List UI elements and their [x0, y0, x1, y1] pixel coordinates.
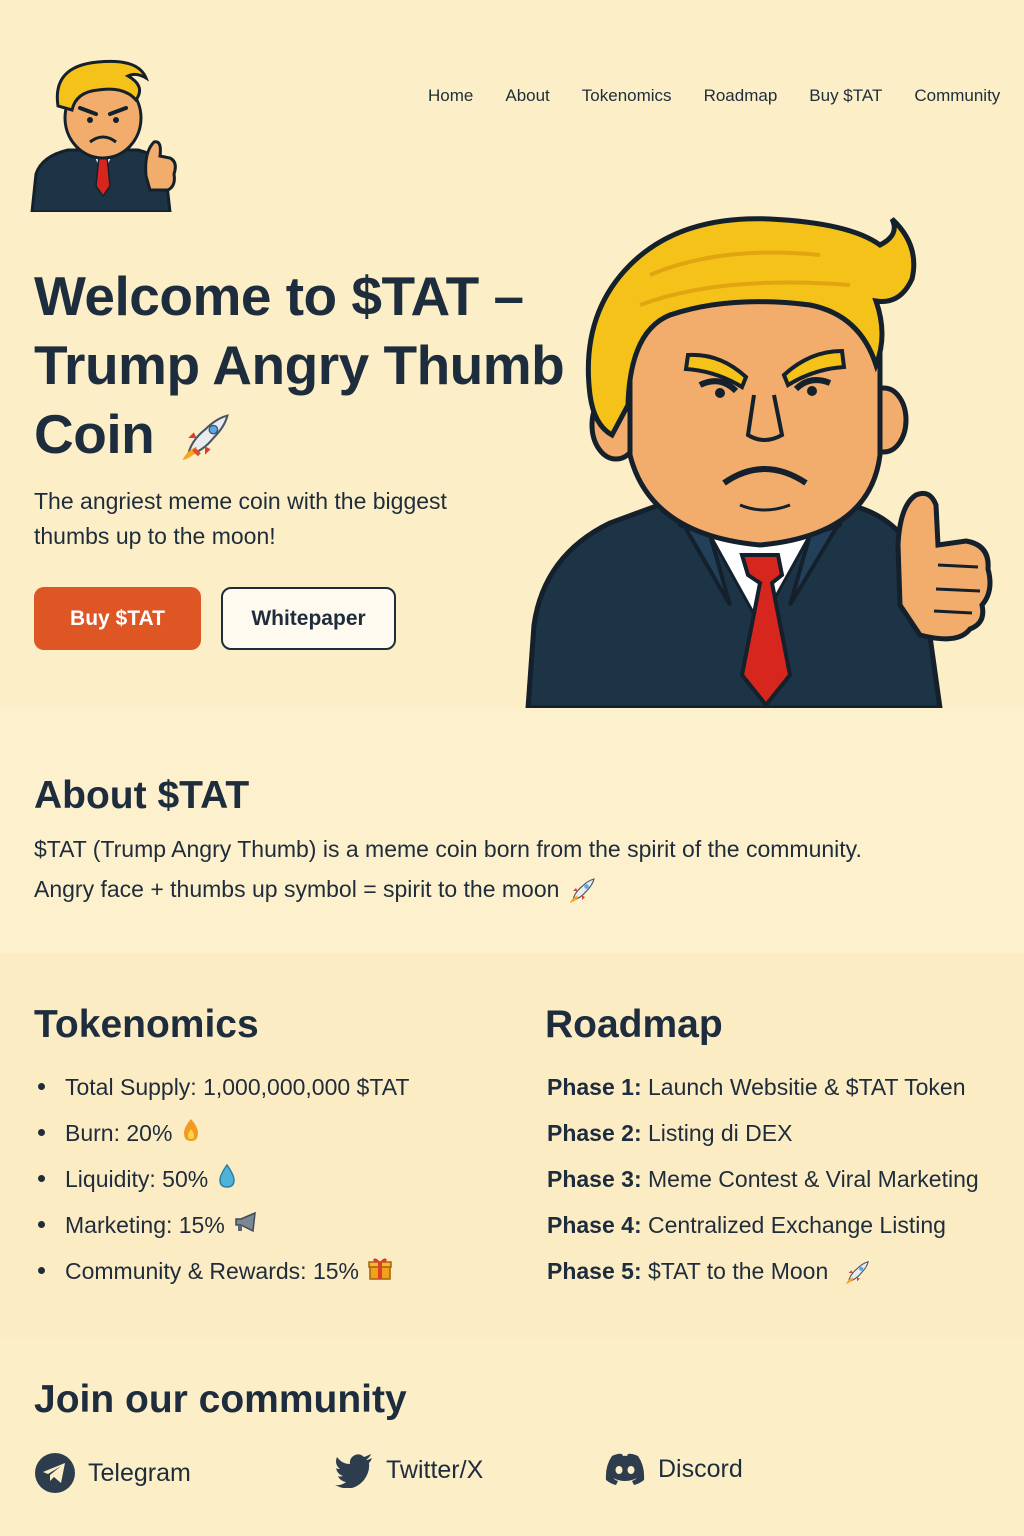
nav-roadmap[interactable]: Roadmap	[704, 86, 778, 106]
phase-text: Listing di DEX	[648, 1120, 793, 1146]
phase-text: Meme Contest & Viral Marketing	[648, 1166, 979, 1192]
list-item: Total Supply: 1,000,000,000 $TAT	[34, 1071, 409, 1117]
list-item: Phase 2: Listing di DEX	[547, 1117, 979, 1163]
tokenomics-item-text: Liquidity: 50%	[65, 1166, 209, 1192]
twitter-link[interactable]: Twitter/X	[334, 1452, 483, 1488]
fire-icon	[184, 1119, 199, 1141]
list-item: Liquidity: 50%	[34, 1163, 409, 1209]
twitter-label: Twitter/X	[386, 1455, 484, 1484]
tokenomics-list: Total Supply: 1,000,000,000 $TAT Burn: 2…	[34, 1071, 409, 1301]
telegram-link[interactable]: Telegram	[34, 1452, 191, 1494]
whitepaper-button[interactable]: Whitepaper	[221, 587, 396, 650]
rocket-icon	[845, 1260, 869, 1285]
rocket-icon	[182, 414, 229, 461]
droplet-icon	[219, 1163, 235, 1188]
twitter-bird-icon	[335, 1454, 372, 1488]
rocket-icon	[570, 878, 596, 903]
nav-home[interactable]: Home	[428, 86, 473, 106]
discord-link[interactable]: Discord	[604, 1452, 743, 1486]
community-heading: Join our community	[34, 1378, 407, 1421]
list-item: Phase 3: Meme Contest & Viral Marketing	[547, 1163, 979, 1209]
discord-icon	[605, 1453, 645, 1485]
tokenomics-heading: Tokenomics	[34, 1003, 259, 1046]
list-item: Phase 4: Centralized Exchange Listing	[547, 1209, 979, 1255]
hero-title: Welcome to $TAT – Trump Angry Thumb Coin	[34, 262, 594, 469]
about-line-1: $TAT (Trump Angry Thumb) is a meme coin …	[34, 836, 862, 862]
logo-mascot-icon[interactable]	[28, 56, 178, 212]
nav-about[interactable]: About	[505, 86, 549, 106]
about-line-2: Angry face + thumbs up symbol = spirit t…	[34, 876, 597, 906]
top-nav: Home About Tokenomics Roadmap Buy $TAT C…	[428, 86, 1024, 106]
list-item: Burn: 20%	[34, 1117, 409, 1163]
megaphone-icon	[235, 1211, 256, 1233]
roadmap-heading: Roadmap	[545, 1003, 723, 1046]
nav-tokenomics[interactable]: Tokenomics	[582, 86, 672, 106]
roadmap-list: Phase 1: Launch Websitie & $TAT Token Ph…	[547, 1071, 979, 1301]
tokenomics-item-text: Marketing: 15%	[65, 1212, 225, 1238]
buy-button[interactable]: Buy $TAT	[34, 587, 201, 650]
nav-community[interactable]: Community	[914, 86, 1000, 106]
phase-label: Phase 2:	[547, 1120, 642, 1146]
list-item: Phase 1: Launch Websitie & $TAT Token	[547, 1071, 979, 1117]
about-heading: About $TAT	[34, 774, 250, 817]
phase-label: Phase 1:	[547, 1074, 642, 1100]
bullet-icon	[38, 1129, 45, 1136]
hero-section: Home About Tokenomics Roadmap Buy $TAT C…	[0, 0, 1024, 708]
phase-text: Centralized Exchange Listing	[648, 1212, 946, 1238]
about-line-2-text: Angry face + thumbs up symbol = spirit t…	[34, 876, 560, 903]
bullet-icon	[38, 1221, 45, 1228]
tokenomics-item-text: Community & Rewards: 15%	[65, 1258, 359, 1284]
hero-title-text: Welcome to $TAT – Trump Angry Thumb Coin	[34, 265, 565, 465]
list-item: Community & Rewards: 15%	[34, 1255, 409, 1301]
telegram-label: Telegram	[88, 1458, 191, 1487]
hero-mascot-illustration	[525, 216, 993, 708]
bullet-icon	[38, 1175, 45, 1182]
phase-label: Phase 3:	[547, 1166, 642, 1192]
bullet-icon	[38, 1083, 45, 1090]
tokenomics-item-text: Total Supply: 1,000,000,000 $TAT	[65, 1074, 410, 1100]
nav-buy[interactable]: Buy $TAT	[809, 86, 882, 106]
tokenomics-roadmap-section: Tokenomics Total Supply: 1,000,000,000 $…	[0, 953, 1024, 1338]
discord-label: Discord	[658, 1454, 743, 1483]
hero-subtitle: The angriest meme coin with the biggest …	[34, 488, 447, 549]
phase-text: $TAT to the Moon	[648, 1258, 829, 1284]
telegram-icon	[35, 1453, 75, 1493]
phase-text: Launch Websitie & $TAT Token	[648, 1074, 966, 1100]
about-section: About $TAT $TAT (Trump Angry Thumb) is a…	[0, 708, 1024, 953]
phase-label: Phase 5:	[547, 1258, 642, 1284]
gift-icon	[368, 1258, 392, 1280]
community-section: Join our community Telegram Twitter/X Di…	[0, 1338, 1024, 1536]
phase-label: Phase 4:	[547, 1212, 642, 1238]
list-item: Phase 5: $TAT to the Moon	[547, 1255, 979, 1301]
list-item: Marketing: 15%	[34, 1209, 409, 1255]
tokenomics-item-text: Burn: 20%	[65, 1120, 173, 1146]
bullet-icon	[38, 1267, 45, 1274]
